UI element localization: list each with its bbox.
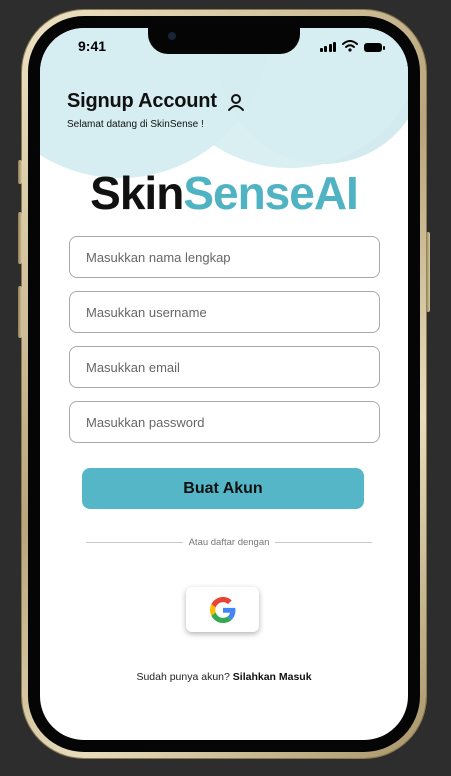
username-input[interactable] — [70, 304, 379, 320]
page-title-text: Signup Account — [67, 90, 217, 112]
divider-line-left — [86, 541, 183, 543]
phone-mute-switch — [18, 160, 22, 184]
user-icon — [227, 93, 244, 111]
create-account-button[interactable]: Buat Akun — [82, 468, 364, 509]
phone-volume-up — [18, 212, 22, 264]
username-field[interactable] — [69, 291, 380, 333]
google-signup-button[interactable] — [186, 587, 259, 632]
login-prompt: Sudah punya akun? Silahkan Masuk — [40, 671, 408, 683]
email-field[interactable] — [69, 346, 380, 388]
password-input[interactable] — [70, 414, 379, 430]
logo-text-skin: Skin — [90, 167, 184, 219]
status-icons — [319, 40, 385, 52]
logo-text-senseai: SenseAI — [183, 167, 359, 219]
page-title: Signup Account — [67, 90, 245, 113]
login-prompt-text: Sudah punya akun? — [136, 671, 230, 683]
full-name-field[interactable] — [69, 236, 380, 278]
battery-icon — [364, 43, 385, 52]
full-name-input[interactable] — [70, 249, 379, 265]
status-time: 9:41 — [78, 38, 107, 54]
page-subtitle: Selamat datang di SkinSense ! — [67, 119, 204, 130]
app-screen: 9:41 Signup Account Selamat datang di Sk… — [40, 28, 408, 740]
app-logo: SkinSenseAI — [40, 163, 408, 223]
notch — [148, 28, 300, 54]
divider-line-right — [275, 541, 373, 543]
front-camera — [168, 32, 176, 40]
divider: Atau daftar dengan — [86, 535, 373, 549]
password-field[interactable] — [69, 401, 380, 443]
phone-volume-down — [18, 286, 22, 338]
login-link[interactable]: Silahkan Masuk — [233, 671, 312, 683]
email-input[interactable] — [70, 359, 379, 375]
phone-power-button — [426, 232, 430, 312]
divider-text: Atau daftar dengan — [188, 536, 270, 548]
wifi-icon — [342, 40, 358, 52]
signal-icon — [319, 42, 336, 52]
google-icon — [209, 596, 235, 623]
